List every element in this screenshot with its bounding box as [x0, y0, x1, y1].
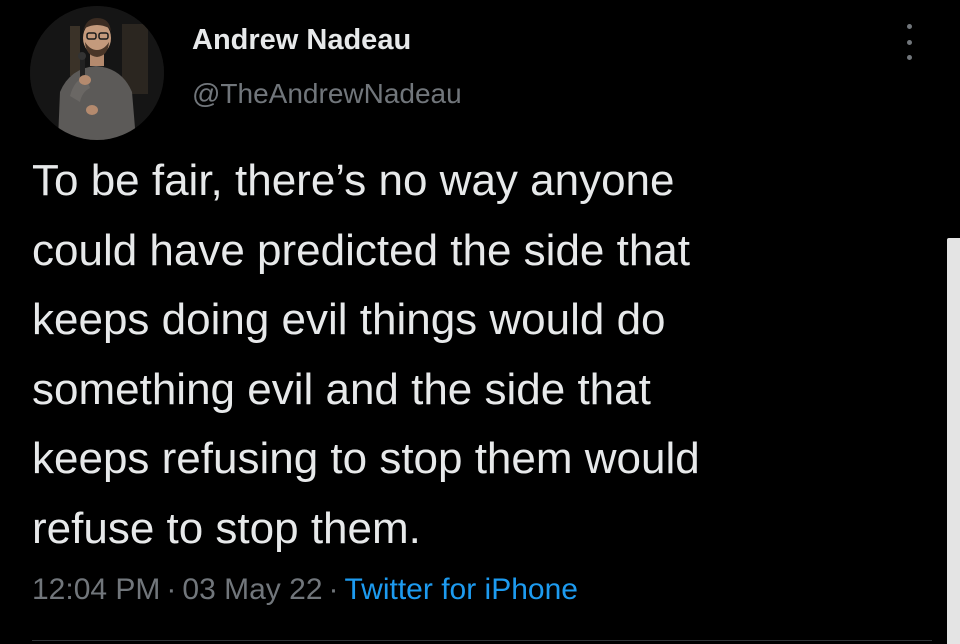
tweet-text-line: refuse to stop them. — [32, 503, 421, 553]
scrollbar[interactable] — [947, 238, 960, 644]
avatar-photo — [30, 6, 164, 140]
more-dot — [906, 24, 912, 29]
tweet-card: Andrew Nadeau @TheAndrewNadeau To be fai… — [0, 0, 960, 644]
tweet-text-line: keeps doing evil things would do — [32, 295, 666, 344]
tweet-text-line: something evil and the side that — [32, 364, 651, 414]
divider — [32, 640, 932, 641]
avatar[interactable] — [30, 6, 164, 140]
more-dot — [906, 55, 912, 60]
meta-separator: · — [166, 573, 177, 606]
meta-separator: · — [328, 573, 339, 606]
tweet-text: To be fair, there’s no way anyone could … — [32, 146, 912, 563]
tweet-date[interactable]: 03 May 22 — [182, 573, 322, 606]
tweet-time[interactable]: 12:04 PM — [32, 573, 160, 606]
tweet-text-line: could have predicted the side that — [32, 225, 691, 275]
tweet-source-link[interactable]: Twitter for iPhone — [345, 573, 578, 606]
author-name[interactable]: Andrew Nadeau — [192, 24, 411, 57]
tweet-text-line: To be fair, there’s no way anyone — [32, 156, 675, 205]
author-handle[interactable]: @TheAndrewNadeau — [192, 78, 462, 110]
tweet-meta: 12:04 PM · 03 May 22 · Twitter for iPhone — [32, 573, 578, 607]
more-dot — [906, 39, 912, 45]
tweet-text-line: keeps refusing to stop them would — [32, 434, 700, 483]
more-vertical-icon[interactable] — [898, 22, 920, 62]
